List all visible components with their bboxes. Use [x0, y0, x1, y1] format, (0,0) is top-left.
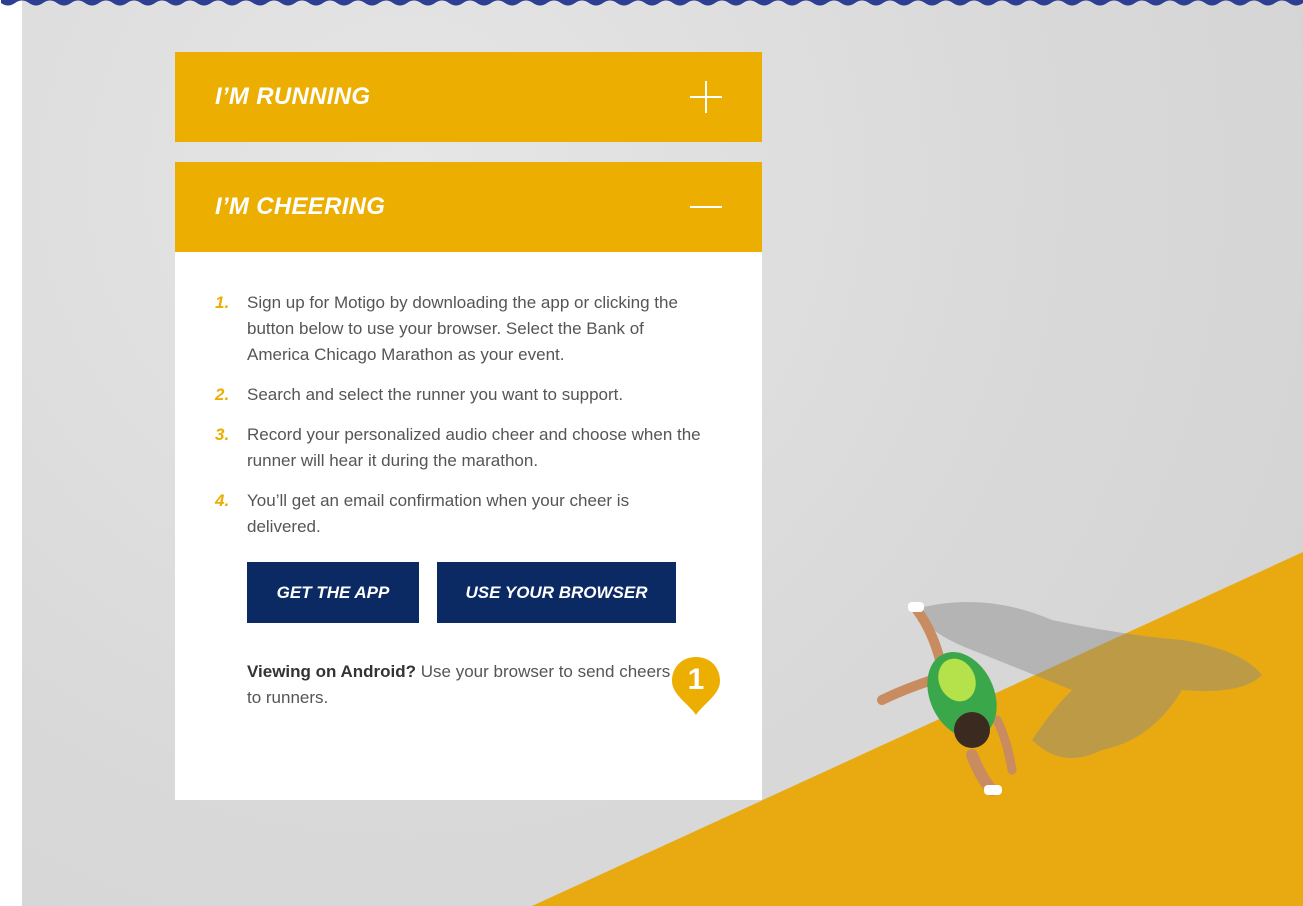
- list-item: 4. You’ll get an email confirmation when…: [215, 488, 722, 540]
- step-number: 2.: [215, 385, 230, 404]
- pin-label: 1: [687, 663, 705, 696]
- step-number: 3.: [215, 425, 230, 444]
- accordion-header-running[interactable]: I’M RUNNING: [175, 52, 762, 142]
- runner-illustration: [877, 602, 1262, 796]
- cta-buttons: GET THE APP USE YOUR BROWSER: [247, 562, 722, 623]
- list-item: 3. Record your personalized audio cheer …: [215, 422, 722, 474]
- accordion-title-cheering: I’M CHEERING: [215, 193, 386, 220]
- minus-icon[interactable]: [690, 191, 722, 223]
- accordion-title-running: I’M RUNNING: [215, 83, 371, 110]
- wavy-border: [0, 0, 1303, 6]
- android-note: Viewing on Android? Use your browser to …: [247, 659, 687, 711]
- accordion-panel-cheering: 1. Sign up for Motigo by downloading the…: [175, 252, 762, 800]
- hero-background: I’M RUNNING I’M CHEERING 1. Sign up for …: [22, 0, 1303, 906]
- step-text: You’ll get an email confirmation when yo…: [247, 491, 630, 536]
- get-the-app-button[interactable]: GET THE APP: [247, 562, 419, 623]
- step-text: Sign up for Motigo by downloading the ap…: [247, 293, 678, 364]
- step-number: 4.: [215, 491, 230, 510]
- step-number: 1.: [215, 293, 230, 312]
- android-note-strong: Viewing on Android?: [247, 662, 417, 681]
- accordion-header-cheering[interactable]: I’M CHEERING: [175, 162, 762, 252]
- steps-list: 1. Sign up for Motigo by downloading the…: [215, 290, 722, 540]
- list-item: 2. Search and select the runner you want…: [215, 382, 722, 408]
- list-item: 1. Sign up for Motigo by downloading the…: [215, 290, 722, 368]
- step-text: Search and select the runner you want to…: [247, 385, 624, 404]
- step-text: Record your personalized audio cheer and…: [247, 425, 701, 470]
- plus-icon[interactable]: [690, 81, 722, 113]
- use-your-browser-button[interactable]: USE YOUR BROWSER: [437, 562, 676, 623]
- map-pin-icon[interactable]: 1: [670, 655, 722, 717]
